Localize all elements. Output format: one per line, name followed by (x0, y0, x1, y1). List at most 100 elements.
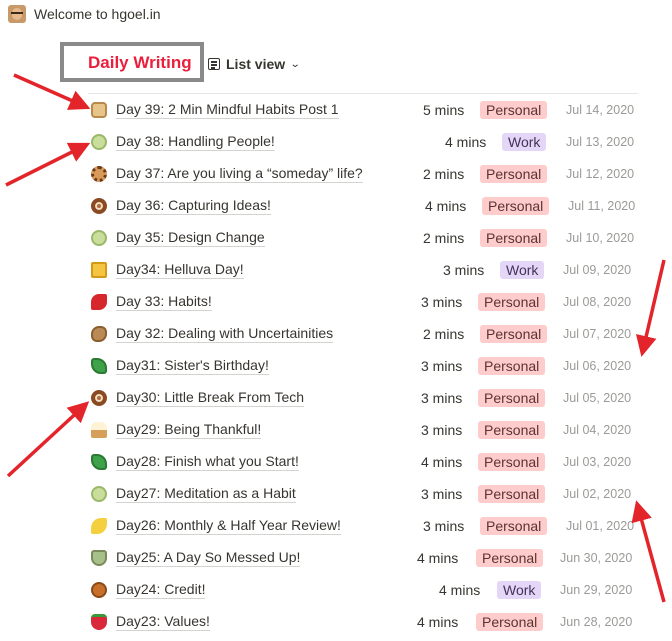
list-item[interactable]: Day27: Meditation as a Habit 3 mins Person… (0, 478, 672, 510)
date: Jul 04, 2020 (563, 423, 632, 437)
list-item[interactable]: Day34: Helluva Day! 3 mins Work Jul 09, 202… (0, 254, 672, 286)
item-title[interactable]: Day29: Being Thankful! (116, 421, 262, 439)
banana-icon (91, 518, 107, 534)
item-title[interactable]: Day 35: Design Change (116, 229, 265, 247)
view-label: List view (226, 56, 286, 72)
site-title[interactable]: Welcome to hgoel.in (34, 6, 161, 22)
list-item[interactable]: Day 39: 2 Min Mindful Habits Post 1 5 min… (0, 94, 672, 126)
read-time: 3 mins (423, 518, 465, 534)
melon-icon (91, 486, 107, 502)
read-time: 4 mins (425, 198, 467, 214)
read-time: 4 mins (421, 454, 463, 470)
read-time: 4 mins (417, 614, 459, 630)
cookie-icon (91, 166, 107, 182)
item-title[interactable]: Day 39: 2 Min Mindful Habits Post 1 (116, 101, 339, 119)
read-time: 3 mins (421, 358, 463, 374)
item-title[interactable]: Day 36: Capturing Ideas! (116, 197, 271, 215)
tag-badge: Personal (480, 165, 548, 183)
read-time: 3 mins (421, 422, 463, 438)
date: Jul 07, 2020 (563, 327, 632, 341)
item-title[interactable]: Day 33: Habits! (116, 293, 212, 311)
tag-badge: Work (502, 133, 547, 151)
list-item[interactable]: Day31: Sister's Birthday! 3 mins Personal J… (0, 350, 672, 382)
list-item[interactable]: Day23: Values! 4 mins Personal Jun 28, 2020 (0, 606, 672, 638)
list-item[interactable]: Day 37: Are you living a “someday” life?… (0, 158, 672, 190)
tag-badge: Personal (482, 197, 550, 215)
item-title[interactable]: Day 37: Are you living a “someday” life? (116, 165, 363, 183)
date: Jul 09, 2020 (563, 263, 632, 277)
date: Jul 05, 2020 (563, 391, 632, 405)
tag-badge: Work (500, 261, 545, 279)
melon-icon (91, 134, 107, 150)
item-title[interactable]: Day 32: Dealing with Uncertainities (116, 325, 334, 343)
tag-badge: Work (497, 581, 542, 599)
list-item[interactable]: Day26: Monthly & Half Year Review! 3 mins… (0, 510, 672, 542)
tag-badge: Personal (480, 325, 548, 343)
list-item[interactable]: Day 32: Dealing with Uncertainities 2 min… (0, 318, 672, 350)
lettuce-icon (91, 454, 107, 470)
item-title[interactable]: Day30: Little Break From Tech (116, 389, 305, 407)
tag-badge: Personal (478, 357, 546, 375)
read-time: 2 mins (423, 326, 465, 342)
item-title[interactable]: Day31: Sister's Birthday! (116, 357, 269, 375)
list-item[interactable]: Day 38: Handling People! 4 mins Work Jul 13… (0, 126, 672, 158)
date: Jul 10, 2020 (566, 231, 635, 245)
item-title[interactable]: Day25: A Day So Messed Up! (116, 549, 301, 567)
list-item[interactable]: Day 35: Design Change 2 mins Personal Jul 1… (0, 222, 672, 254)
read-time: 4 mins (445, 134, 487, 150)
chili-icon (91, 294, 107, 310)
read-time: 3 mins (421, 486, 463, 502)
list: Day 39: 2 Min Mindful Habits Post 1 5 min… (0, 94, 672, 638)
date: Jul 13, 2020 (566, 135, 635, 149)
doughnut-icon (91, 390, 107, 406)
item-title[interactable]: Day28: Finish what you Start! (116, 453, 299, 471)
read-time: 3 mins (421, 294, 463, 310)
chevron-down-icon: ⌄ (289, 58, 301, 70)
item-title[interactable]: Day26: Monthly & Half Year Review! (116, 517, 341, 535)
read-time: 3 mins (421, 390, 463, 406)
tag-badge: Personal (476, 613, 544, 631)
list-item[interactable]: Day24: Credit! 4 mins Work Jun 29, 2020 (0, 574, 672, 606)
item-title[interactable]: Day24: Credit! (116, 581, 206, 599)
tag-badge: Personal (480, 229, 548, 247)
read-time: 4 mins (417, 550, 459, 566)
item-title[interactable]: Day27: Meditation as a Habit (116, 485, 296, 503)
tag-badge: Personal (478, 421, 546, 439)
strawberry-icon (91, 614, 107, 630)
list-item[interactable]: Day 33: Habits! 3 mins Personal Jul 08, 202… (0, 286, 672, 318)
ice-cream-icon (91, 422, 107, 438)
bread-icon (91, 102, 107, 118)
potato-icon (91, 326, 107, 342)
tag-badge: Personal (480, 101, 548, 119)
item-title[interactable]: Day23: Values! (116, 613, 210, 631)
tag-badge: Personal (478, 293, 546, 311)
item-title[interactable]: Day34: Helluva Day! (116, 261, 244, 279)
database-title[interactable]: Daily Writing (88, 53, 192, 73)
date: Jun 30, 2020 (560, 551, 633, 565)
cheese-icon (91, 262, 107, 278)
list-item[interactable]: Day25: A Day So Messed Up! 4 mins Personal… (0, 542, 672, 574)
read-time: 2 mins (423, 166, 465, 182)
tea-cup-icon (91, 550, 107, 566)
date: Jul 14, 2020 (566, 103, 635, 117)
avatar-icon[interactable] (8, 5, 26, 23)
date: Jul 08, 2020 (563, 295, 632, 309)
read-time: 2 mins (423, 230, 465, 246)
tag-badge: Personal (478, 453, 546, 471)
doughnut-icon (91, 198, 107, 214)
date: Jul 11, 2020 (568, 199, 636, 213)
list-item[interactable]: Day30: Little Break From Tech 3 mins Perso… (0, 382, 672, 414)
list-item[interactable]: Day28: Finish what you Start! 4 mins Perso… (0, 446, 672, 478)
list-item[interactable]: Day 36: Capturing Ideas! 4 mins Personal Ju… (0, 190, 672, 222)
tag-badge: Personal (478, 485, 546, 503)
read-time: 3 mins (443, 262, 485, 278)
tag-badge: Personal (480, 517, 548, 535)
view-switcher[interactable]: List view ⌄ (208, 54, 301, 74)
read-time: 4 mins (439, 582, 481, 598)
date: Jul 03, 2020 (563, 455, 632, 469)
date: Jul 12, 2020 (566, 167, 635, 181)
lettuce-icon (91, 358, 107, 374)
date: Jun 28, 2020 (560, 615, 633, 629)
item-title[interactable]: Day 38: Handling People! (116, 133, 275, 151)
list-item[interactable]: Day29: Being Thankful! 3 mins Personal Jul … (0, 414, 672, 446)
